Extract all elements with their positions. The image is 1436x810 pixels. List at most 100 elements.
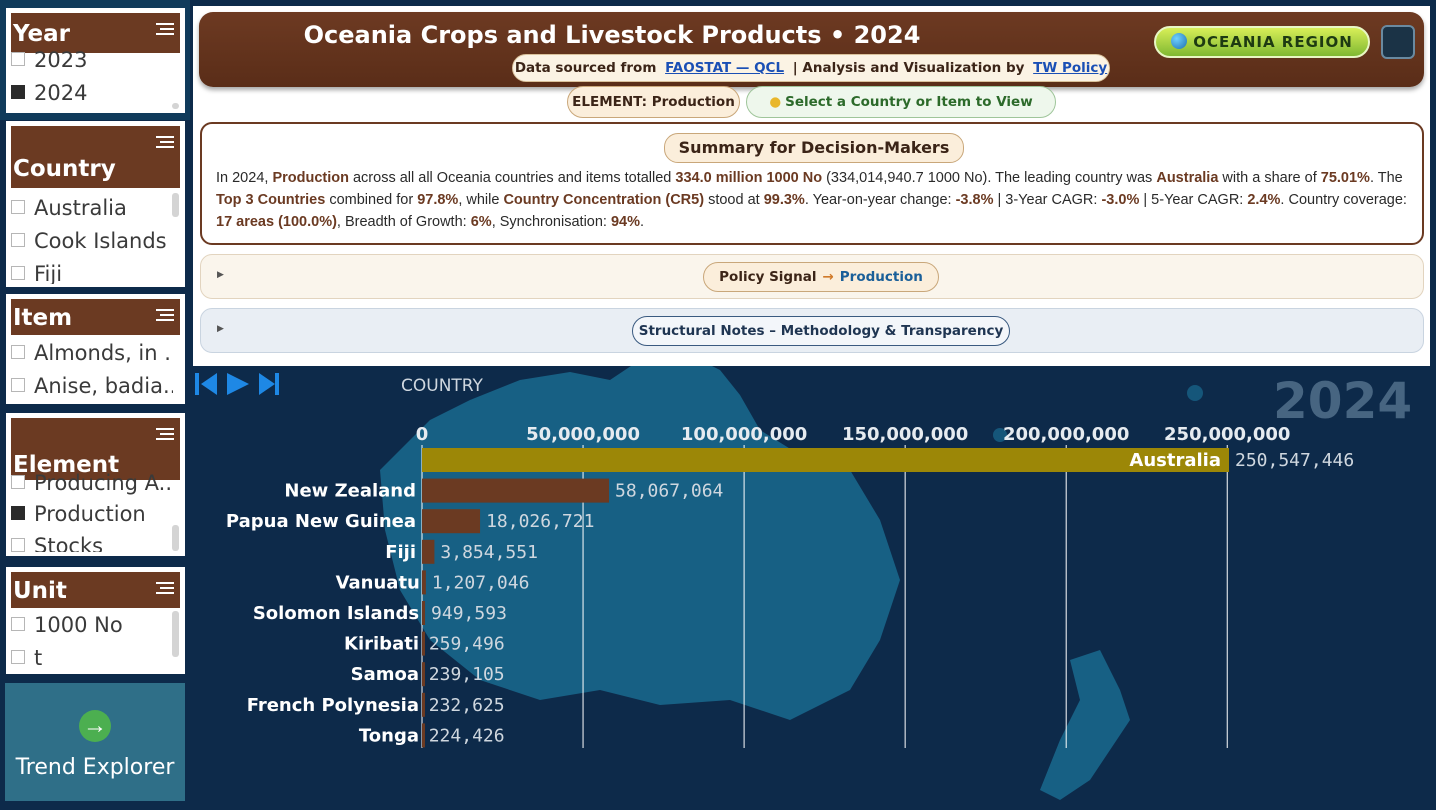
x-tick-label: 0 bbox=[416, 424, 429, 445]
value-label: 232,625 bbox=[429, 695, 505, 716]
year-slicer-title: Year bbox=[11, 13, 180, 53]
category-label: Papua New Guinea bbox=[226, 511, 416, 532]
summary-text: In 2024, Production across all all Ocean… bbox=[216, 170, 1407, 230]
title-bar: Oceania Crops and Livestock Products • 2… bbox=[199, 12, 1424, 102]
bar-kiribati bbox=[422, 631, 425, 656]
playback-controls bbox=[195, 373, 279, 395]
select-country-item-hint[interactable]: ●Select a Country or Item to View Trends bbox=[746, 86, 1056, 140]
slicer-option-1000-no[interactable]: 1000 No bbox=[11, 613, 173, 643]
category-label: Vanuatu bbox=[336, 572, 420, 593]
bar-tonga bbox=[422, 723, 425, 748]
bar-fiji bbox=[422, 539, 435, 564]
scrollbar[interactable] bbox=[172, 611, 179, 657]
category-label: Kiribati bbox=[344, 634, 419, 655]
menu-lines-icon[interactable] bbox=[156, 582, 174, 597]
year-slicer: Year 2023 2024 bbox=[6, 8, 185, 113]
item-slicer-title: Item bbox=[11, 299, 180, 335]
arrow-right-icon: → bbox=[79, 710, 111, 742]
bar-solomon-islands bbox=[422, 601, 426, 625]
structural-notes-pill[interactable]: Structural Notes – Methodology & Transpa… bbox=[632, 316, 1010, 346]
scrollbar[interactable] bbox=[172, 103, 179, 109]
bar-new-zealand bbox=[422, 478, 610, 503]
checkbox[interactable] bbox=[11, 538, 25, 552]
policy-signal-accordion[interactable]: ▶ Policy Signal → Production bbox=[200, 254, 1424, 299]
bar-papua-new-guinea bbox=[422, 509, 481, 534]
checkbox[interactable] bbox=[11, 52, 25, 66]
value-label: 3,854,551 bbox=[440, 542, 538, 563]
bar-chart: 2024 COUNTRY 0 50,000,000 100,000,000 150,0… bbox=[193, 370, 1430, 810]
slicer-option-cook-islands[interactable]: Cook Islands bbox=[11, 229, 173, 259]
trend-explorer-button[interactable]: → Trend Explorer bbox=[5, 683, 185, 801]
tw-policy-logo bbox=[1381, 25, 1415, 59]
category-label: French Polynesia bbox=[247, 695, 419, 716]
value-label: 224,426 bbox=[429, 725, 505, 746]
slicer-option-production[interactable]: Production bbox=[11, 502, 173, 532]
faostat-link[interactable]: FAOSTAT — QCL bbox=[665, 60, 784, 76]
summary-box: Summary for Decision-Makers In 2024, Pro… bbox=[200, 122, 1424, 245]
scrollbar[interactable] bbox=[172, 193, 179, 217]
scrollbar[interactable] bbox=[172, 525, 179, 551]
summary-title: Summary for Decision-Makers bbox=[664, 133, 964, 163]
slicer-option-t[interactable]: t bbox=[11, 646, 173, 674]
bar-vanuatu bbox=[422, 570, 426, 595]
slicer-option-australia[interactable]: Australia bbox=[11, 196, 173, 226]
value-label: 239,105 bbox=[429, 664, 505, 685]
checkbox[interactable] bbox=[11, 475, 25, 489]
checkbox-checked[interactable] bbox=[11, 85, 25, 99]
checkbox[interactable] bbox=[11, 617, 25, 631]
slicer-option-anise[interactable]: Anise, badia... bbox=[11, 374, 173, 404]
lightbulb-icon: ● bbox=[769, 94, 782, 110]
value-label: 18,026,721 bbox=[486, 511, 594, 532]
page-title: Oceania Crops and Livestock Products • 2… bbox=[303, 21, 921, 49]
country-slicer: Country Australia Cook Islands Fiji bbox=[6, 121, 185, 287]
value-label: 250,547,446 bbox=[1235, 450, 1354, 471]
x-tick-label: 250,000,000 bbox=[1164, 424, 1290, 445]
item-slicer: Item Almonds, in ... Anise, badia... bbox=[6, 294, 185, 404]
region-badge[interactable]: OCEANIA REGION bbox=[1154, 26, 1370, 58]
checkbox[interactable] bbox=[11, 345, 25, 359]
x-tick-label: 100,000,000 bbox=[681, 424, 807, 445]
unit-slicer: Unit 1000 No t bbox=[6, 567, 185, 674]
menu-lines-icon[interactable] bbox=[156, 309, 174, 324]
slicer-option-fiji[interactable]: Fiji bbox=[11, 262, 173, 284]
slicer-option-2024[interactable]: 2024 bbox=[11, 81, 173, 111]
slicer-option-stocks[interactable]: Stocks bbox=[11, 534, 173, 552]
category-label: Solomon Islands bbox=[253, 603, 419, 624]
skip-forward-icon[interactable] bbox=[259, 373, 279, 395]
slicer-option-producing-animals[interactable]: Producing A... bbox=[11, 471, 173, 495]
category-label: Tonga bbox=[359, 725, 419, 746]
source-attribution: Data sourced from FAOSTAT — QCL | Analys… bbox=[512, 54, 1110, 102]
expand-triangle-icon[interactable]: ▶ bbox=[217, 269, 224, 280]
structural-notes-accordion[interactable]: ▶ Structural Notes – Methodology & Trans… bbox=[200, 308, 1424, 353]
checkbox[interactable] bbox=[11, 650, 25, 664]
play-icon[interactable] bbox=[227, 373, 249, 395]
element-pill: ELEMENT: Production bbox=[567, 86, 740, 118]
x-tick-label: 200,000,000 bbox=[1003, 424, 1129, 445]
checkbox-checked[interactable] bbox=[11, 506, 25, 520]
category-label: Australia bbox=[1129, 450, 1221, 471]
checkbox[interactable] bbox=[11, 266, 25, 280]
category-label: Samoa bbox=[351, 664, 419, 685]
value-label: 949,593 bbox=[431, 603, 507, 624]
slicer-option-2023[interactable]: 2023 bbox=[11, 48, 173, 78]
slicer-option-almonds[interactable]: Almonds, in ... bbox=[11, 341, 173, 371]
checkbox[interactable] bbox=[11, 233, 25, 247]
menu-lines-icon[interactable] bbox=[156, 428, 174, 443]
bar-french-polynesia bbox=[422, 692, 425, 717]
category-label: New Zealand bbox=[284, 481, 416, 502]
globe-icon bbox=[1171, 33, 1188, 49]
checkbox[interactable] bbox=[11, 200, 25, 214]
menu-lines-icon[interactable] bbox=[156, 136, 174, 151]
category-label: Fiji bbox=[385, 542, 416, 563]
bar-australia bbox=[422, 448, 1229, 472]
menu-lines-icon[interactable] bbox=[156, 23, 174, 38]
policy-signal-pill[interactable]: Policy Signal → Production bbox=[703, 262, 939, 292]
trend-explorer-label: Trend Explorer bbox=[15, 755, 175, 780]
checkbox[interactable] bbox=[11, 378, 25, 392]
skip-back-icon[interactable] bbox=[195, 373, 217, 395]
expand-triangle-icon[interactable]: ▶ bbox=[217, 323, 224, 334]
bars-svg: 0 50,000,000 100,000,000 150,000,000 200,000… bbox=[226, 424, 1354, 748]
main-panel: Oceania Crops and Livestock Products • 2… bbox=[193, 6, 1430, 366]
value-label: 58,067,064 bbox=[615, 481, 723, 502]
value-label: 259,496 bbox=[429, 634, 505, 655]
